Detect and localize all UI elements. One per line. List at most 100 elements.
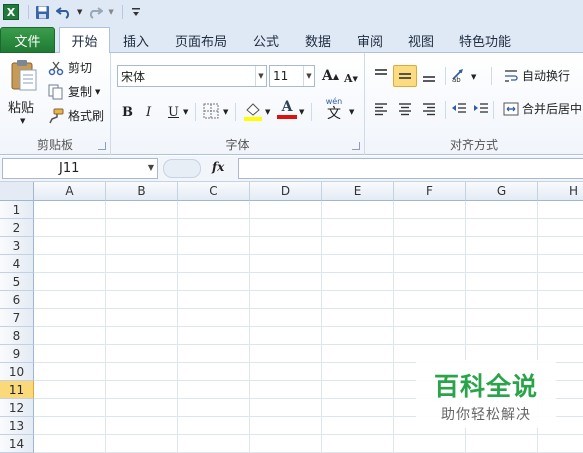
tab-page-layout[interactable]: 页面布局 [168, 27, 234, 53]
ribbon-tab-bar: 文件 开始 插入 页面布局 公式 数据 审阅 视图 特色功能 [0, 24, 583, 54]
formula-input[interactable] [238, 158, 583, 179]
align-left-button[interactable] [373, 101, 389, 120]
column-header-a[interactable]: A [34, 182, 106, 201]
wrap-text-button[interactable]: 自动换行 [503, 67, 570, 84]
column-header-c[interactable]: C [178, 182, 250, 201]
borders-dropdown-icon[interactable]: ▼ [223, 108, 228, 116]
row-header-4[interactable]: 4 [0, 255, 34, 273]
align-top-button[interactable] [373, 67, 389, 86]
excel-logo-letter: X [3, 4, 19, 20]
font-name-combo[interactable]: 宋体 ▼ [117, 65, 267, 87]
row-header-9[interactable]: 9 [0, 345, 34, 363]
increase-indent-icon [474, 103, 488, 113]
column-header-d[interactable]: D [250, 182, 322, 201]
align-right-button[interactable] [421, 101, 437, 120]
row-header-1[interactable]: 1 [0, 201, 34, 219]
orientation-button[interactable]: ab [451, 67, 469, 86]
redo-icon[interactable] [86, 3, 104, 21]
copy-button[interactable]: 复制 ▼ [48, 83, 100, 100]
select-all-corner[interactable] [0, 182, 34, 201]
copy-dropdown-icon[interactable]: ▼ [95, 88, 100, 96]
clipboard-launcher-icon[interactable] [98, 142, 106, 150]
font-size-combo[interactable]: 11 ▼ [269, 65, 315, 87]
decrease-indent-button[interactable] [451, 101, 467, 120]
tab-special-features[interactable]: 特色功能 [452, 27, 518, 53]
tab-insert[interactable]: 插入 [114, 27, 158, 53]
font-size-value: 11 [273, 69, 289, 83]
phonetic-guide-button[interactable]: wén 文 [319, 97, 349, 123]
row-header-12[interactable]: 12 [0, 399, 34, 417]
redo-dropdown-icon[interactable]: ▼ [108, 8, 113, 16]
align-middle-button[interactable] [393, 65, 417, 87]
tab-home[interactable]: 开始 [59, 27, 110, 54]
align-center-button[interactable] [397, 101, 413, 120]
align-center-icon [399, 103, 411, 116]
fill-color-button[interactable] [243, 101, 263, 124]
column-header-f[interactable]: F [394, 182, 466, 201]
format-painter-icon [49, 108, 64, 123]
orientation-dropdown-icon[interactable]: ▼ [471, 73, 476, 81]
font-name-dropdown-icon[interactable]: ▼ [255, 66, 266, 86]
merge-center-button[interactable]: 合并后居中 [503, 100, 582, 117]
phonetic-dropdown-icon[interactable]: ▼ [349, 108, 354, 116]
font-separator [311, 103, 312, 121]
insert-function-icon[interactable]: fx [212, 160, 224, 174]
shrink-font-button[interactable]: A ▼ [341, 67, 361, 89]
grow-font-button[interactable]: A ▲ [319, 65, 342, 87]
format-painter-button[interactable]: 格式刷 [48, 107, 104, 124]
row-header-2[interactable]: 2 [0, 219, 34, 237]
increase-indent-button[interactable] [473, 101, 489, 120]
bold-button[interactable]: B [119, 101, 136, 123]
align-bottom-button[interactable] [421, 67, 437, 86]
font-name-value: 宋体 [121, 69, 146, 84]
tab-data[interactable]: 数据 [296, 27, 340, 53]
paste-dropdown-icon[interactable]: ▼ [20, 117, 25, 125]
underline-dropdown-icon[interactable]: ▼ [183, 108, 188, 116]
align-bottom-icon [423, 76, 435, 82]
font-color-swatch [277, 115, 297, 119]
undo-icon[interactable] [55, 3, 73, 21]
formula-bar-splitter[interactable] [163, 159, 201, 178]
row-header-6[interactable]: 6 [0, 291, 34, 309]
row-header-11[interactable]: 11 [0, 381, 34, 399]
column-header-h[interactable]: H [538, 182, 583, 201]
borders-button[interactable] [203, 103, 219, 122]
save-icon[interactable] [33, 3, 51, 21]
font-size-dropdown-icon[interactable]: ▼ [303, 66, 314, 86]
tab-file[interactable]: 文件 [0, 27, 55, 53]
name-box-dropdown-icon[interactable]: ▼ [148, 163, 154, 172]
excel-logo-icon[interactable]: X [2, 3, 20, 21]
font-launcher-icon[interactable] [352, 142, 360, 150]
tab-formulas[interactable]: 公式 [244, 27, 288, 53]
row-header-3[interactable]: 3 [0, 237, 34, 255]
borders-icon [203, 103, 219, 119]
row-header-13[interactable]: 13 [0, 417, 34, 435]
orientation-icon: ab [452, 68, 464, 84]
paste-button[interactable]: 粘贴 ▼ [6, 57, 42, 129]
tab-review[interactable]: 审阅 [348, 27, 392, 53]
undo-dropdown-icon[interactable]: ▼ [77, 8, 82, 16]
row-header-7[interactable]: 7 [0, 309, 34, 327]
quick-access-toolbar: X ▼ ▼ [0, 0, 583, 24]
customize-qat-icon[interactable] [127, 3, 145, 21]
font-separator [235, 103, 236, 121]
underline-button[interactable]: U [165, 101, 182, 123]
row-header-10[interactable]: 10 [0, 363, 34, 381]
fill-color-dropdown-icon[interactable]: ▼ [265, 108, 270, 116]
tab-view[interactable]: 视图 [399, 27, 443, 53]
alignment-separator [445, 67, 446, 85]
column-header-b[interactable]: B [106, 182, 178, 201]
cut-button[interactable]: 剪切 [48, 59, 92, 76]
name-box-value: J11 [59, 161, 80, 176]
row-header-14[interactable]: 14 [0, 435, 34, 453]
column-header-e[interactable]: E [322, 182, 394, 201]
clipboard-group: 粘贴 ▼ 剪切 复制 ▼ 格式刷 剪贴板 [0, 53, 111, 155]
name-box[interactable]: J11 ▼ [2, 158, 158, 179]
font-color-dropdown-icon[interactable]: ▼ [299, 108, 304, 116]
italic-button[interactable]: I [143, 101, 154, 123]
merge-center-label: 合并后居中 [522, 102, 583, 116]
font-color-button[interactable]: A [277, 99, 297, 121]
row-header-8[interactable]: 8 [0, 327, 34, 345]
row-header-5[interactable]: 5 [0, 273, 34, 291]
column-header-g[interactable]: G [466, 182, 538, 201]
